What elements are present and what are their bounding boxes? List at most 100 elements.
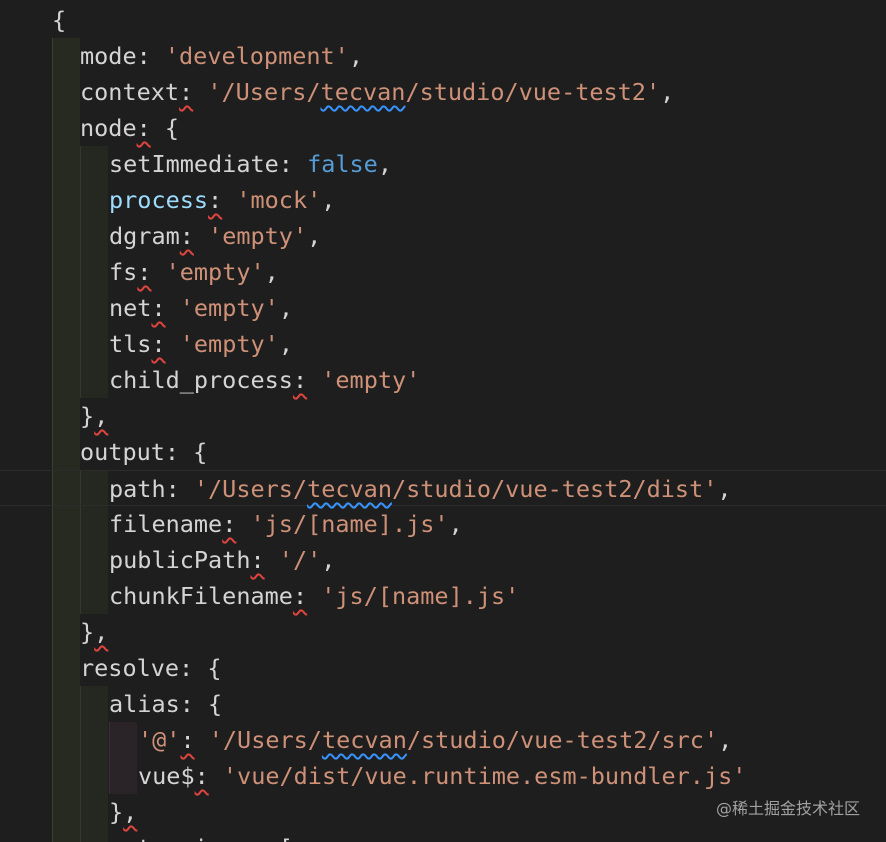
code-line[interactable]: child_process: 'empty' [0,362,886,398]
code-token: : [292,366,308,394]
code-line[interactable]: extensions: [ [0,830,886,842]
code-line[interactable]: output: { [0,434,886,470]
code-line-content: chunkFilename: 'js/[name].js' [109,578,519,614]
code-token: : [194,762,209,790]
code-token: 'empty' [179,330,279,358]
code-token: setImmediate [109,150,279,178]
code-line[interactable]: publicPath: '/', [0,542,886,578]
code-line[interactable]: }, [0,614,886,650]
code-line[interactable]: tls: 'empty', [0,326,886,362]
code-line-content: resolve: { [80,650,222,686]
code-token: , [278,294,293,322]
code-token: : [179,222,194,250]
code-token: /studio/vue-test2' [405,78,661,106]
code-line[interactable]: vue$: 'vue/dist/vue.runtime.esm-bundler.… [0,758,886,794]
code-token: , [264,258,279,286]
code-line-content: context: '/Users/tecvan/studio/vue-test2… [80,74,674,110]
code-token: , [717,475,732,503]
code-editor[interactable]: { mode: 'development', context: '/Users/te… [0,0,886,842]
code-line[interactable]: chunkFilename: 'js/[name].js' [0,578,886,614]
code-token: : { [164,438,208,466]
code-token: { [52,6,67,34]
code-line-content: extensions: [ [109,830,293,842]
code-token: 'vue/dist/vue.runtime.esm-bundler.js' [222,762,747,790]
code-line[interactable]: '@': '/Users/tecvan/studio/vue-test2/src… [0,722,886,758]
code-token: } [109,798,124,826]
code-line-content: node: { [80,110,179,146]
code-line-content: }, [109,794,137,830]
code-token: extensions: [ [109,834,293,842]
code-line-content: tls: 'empty', [109,326,293,362]
code-line[interactable]: process: 'mock', [0,182,886,218]
code-token: , [278,330,293,358]
code-token: tecvan [321,726,407,754]
code-token: node [80,114,137,142]
code-token: 'empty' [179,294,279,322]
code-token: false [307,150,378,178]
code-line[interactable]: net: 'empty', [0,290,886,326]
code-token: : [136,114,151,142]
code-line[interactable]: }, [0,398,886,434]
code-token: : [180,726,195,754]
code-token: '/Users/ [208,726,322,754]
code-line-content: filename: 'js/[name].js', [109,506,463,542]
code-token: resolve [80,654,180,682]
code-token: : [165,475,194,503]
code-token: : [151,330,166,358]
code-token: 'mock' [236,186,322,214]
code-line-content: child_process: 'empty' [109,362,420,398]
code-line-content: dgram: 'empty', [109,218,321,254]
code-line-content: vue$: 'vue/dist/vue.runtime.esm-bundler.… [138,758,746,794]
code-token: : [292,582,308,610]
code-line[interactable]: filename: 'js/[name].js', [0,506,886,542]
code-token: , [377,150,392,178]
code-token: , [321,546,336,574]
code-token: publicPath [109,546,251,574]
code-token: , [123,798,138,826]
code-token: output [80,438,165,466]
code-line-content: }, [80,614,108,650]
code-token: 'js/[name].js' [321,582,520,610]
code-line-content: net: 'empty', [109,290,293,326]
code-line-content: setImmediate: false, [109,146,392,182]
code-token: vue$ [138,762,195,790]
code-line[interactable]: path: '/Users/tecvan/studio/vue-test2/di… [0,470,886,506]
code-token: 'js/[name].js' [250,510,449,538]
code-token: net [109,294,152,322]
code-token: 'empty' [208,222,308,250]
code-token: tecvan [307,475,392,503]
code-token: fs [109,258,138,286]
code-line-content: output: { [80,434,207,470]
code-line-content: publicPath: '/', [109,542,335,578]
code-line[interactable]: { [0,2,886,38]
code-line[interactable]: node: { [0,110,886,146]
code-line[interactable]: resolve: { [0,650,886,686]
code-line[interactable]: alias: { [0,686,886,722]
code-token: , [307,222,322,250]
code-token: : [136,42,165,70]
code-token: /studio/vue-test2/src' [406,726,719,754]
code-token: child_process [109,366,293,394]
code-token: /studio/vue-test2/dist' [391,475,718,503]
code-token: filename [109,510,223,538]
code-line-content: mode: 'development', [80,38,363,74]
code-line[interactable]: setImmediate: false, [0,146,886,182]
code-token: 'empty' [165,258,265,286]
code-token: : [250,546,265,574]
code-line[interactable]: fs: 'empty', [0,254,886,290]
code-line-content: process: 'mock', [109,182,335,218]
code-token: : [208,186,223,214]
code-token: process [109,186,209,214]
code-token: , [660,78,675,106]
code-line[interactable]: mode: 'development', [0,38,886,74]
code-line[interactable]: dgram: 'empty', [0,218,886,254]
code-line[interactable]: context: '/Users/tecvan/studio/vue-test2… [0,74,886,110]
